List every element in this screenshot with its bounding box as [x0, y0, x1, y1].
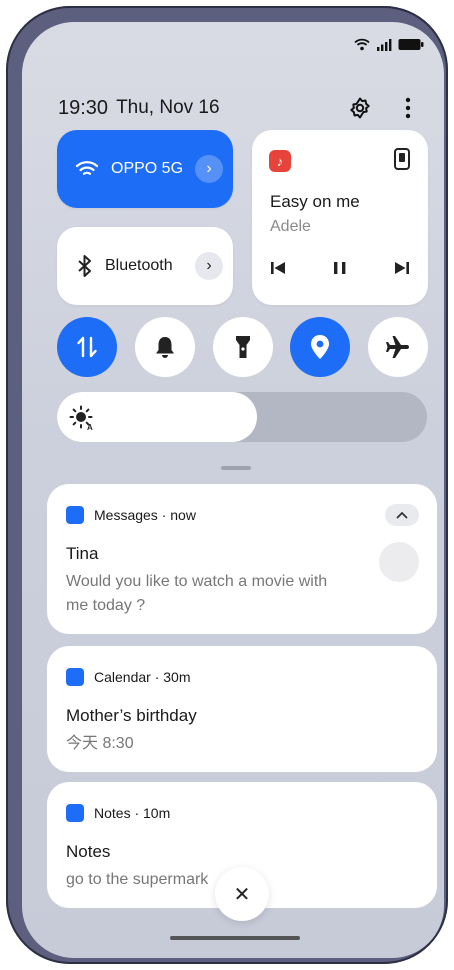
wifi-signal-icon: [354, 38, 370, 51]
location-toggle[interactable]: [290, 317, 350, 377]
airplane-mode-toggle[interactable]: [368, 317, 428, 377]
home-indicator[interactable]: [170, 936, 300, 940]
notification-title: Tina: [66, 544, 99, 563]
next-track-icon[interactable]: [394, 260, 410, 281]
notification-app-name: Messages · now: [94, 507, 196, 523]
calendar-app-icon: [66, 668, 84, 686]
cellular-signal-icon: [377, 39, 392, 51]
date: Thu, Nov 16: [116, 97, 220, 118]
data-transfer-icon: [77, 336, 97, 358]
ring-toggle[interactable]: [135, 317, 195, 377]
notification-title: Mother’s birthday: [66, 706, 197, 725]
notification-app-name: Calendar · 30m: [94, 669, 191, 685]
notification-app-row: Calendar · 30m: [66, 668, 191, 686]
clear-notifications-button[interactable]: ✕: [215, 867, 269, 921]
header: 19:30 Thu, Nov 16: [58, 94, 422, 122]
wifi-label: OPPO 5G: [111, 160, 184, 177]
bell-icon: [156, 337, 174, 358]
notification-body-line: me today ?: [66, 597, 146, 614]
notification-app-row: Messages · now: [66, 506, 196, 524]
phone-device-icon[interactable]: [394, 148, 410, 175]
collapse-chevron-up-icon[interactable]: [385, 504, 419, 526]
flashlight-icon: [236, 336, 250, 358]
bluetooth-tile[interactable]: Bluetooth ›: [57, 227, 233, 305]
phone-frame: 19:30 Thu, Nov 16 OPPO 5G › Bluetooth › …: [6, 6, 448, 964]
flashlight-toggle[interactable]: [213, 317, 273, 377]
notification-card-messages[interactable]: Messages · now Tina Would you like to wa…: [47, 484, 437, 634]
close-icon: ✕: [233, 883, 251, 906]
auto-brightness-icon: A: [69, 405, 95, 436]
media-artist: Adele: [270, 218, 311, 235]
settings-gear-icon[interactable]: [346, 94, 374, 122]
mobile-data-toggle[interactable]: [57, 317, 117, 377]
notes-app-icon: [66, 804, 84, 822]
screen: 19:30 Thu, Nov 16 OPPO 5G › Bluetooth › …: [22, 22, 444, 958]
svg-text:A: A: [87, 423, 93, 431]
music-app-icon[interactable]: ♪: [269, 150, 291, 172]
airplane-icon: [386, 336, 409, 358]
notification-body: go to the supermark: [66, 871, 209, 888]
notification-app-row: Notes · 10m: [66, 804, 170, 822]
notification-body: 今天 8:30: [66, 735, 134, 752]
brightness-slider[interactable]: A: [57, 392, 427, 442]
notification-card-calendar[interactable]: Calendar · 30m Mother’s birthday 今天 8:30: [47, 646, 437, 772]
notification-app-name: Notes · 10m: [94, 805, 171, 821]
drag-handle[interactable]: [221, 466, 251, 470]
notification-title: Notes: [66, 842, 111, 861]
previous-track-icon[interactable]: [270, 260, 286, 281]
notification-body-line: Would you like to watch a movie with: [66, 573, 328, 590]
wifi-chevron-right-icon[interactable]: ›: [195, 155, 223, 183]
media-controls: [270, 260, 410, 281]
bluetooth-icon: [78, 255, 91, 277]
wifi-icon: [75, 161, 99, 175]
avatar: [379, 542, 419, 582]
pause-icon[interactable]: [333, 260, 347, 281]
battery-icon: [398, 39, 424, 50]
wifi-tile[interactable]: OPPO 5G ›: [57, 130, 233, 208]
more-options-icon[interactable]: [394, 94, 422, 122]
bluetooth-label: Bluetooth: [105, 257, 173, 274]
bluetooth-chevron-right-icon[interactable]: ›: [195, 252, 223, 280]
status-bar: [354, 38, 424, 51]
messages-app-icon: [66, 506, 84, 524]
clock: 19:30: [58, 96, 109, 119]
media-song-title: Easy on me: [270, 192, 360, 211]
location-icon: [311, 335, 329, 359]
notification-body: Would you like to watch a movie with me …: [66, 570, 327, 618]
media-player-tile: ♪ Easy on me Adele: [252, 130, 428, 305]
